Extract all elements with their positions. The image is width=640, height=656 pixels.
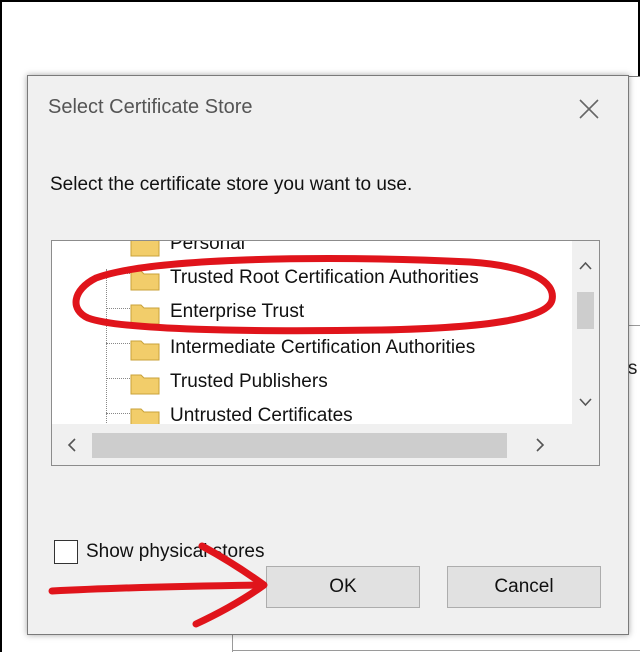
- folder-icon: [130, 374, 160, 395]
- folder-icon: [130, 408, 160, 424]
- chevron-left-icon: [67, 438, 76, 452]
- horizontal-scrollbar[interactable]: [52, 424, 599, 465]
- tree-connector: [106, 413, 130, 414]
- screenshot-frame-top: [0, 0, 640, 2]
- tree-item-label: Enterprise Trust: [170, 301, 305, 322]
- tree-connector: [106, 378, 130, 379]
- scroll-up-button[interactable]: [572, 253, 599, 279]
- chevron-down-icon: [579, 398, 592, 407]
- folder-icon: [130, 304, 160, 325]
- vertical-scrollbar[interactable]: [572, 241, 599, 426]
- certificate-store-tree[interactable]: Personal Trusted Root Certification Auth…: [51, 240, 600, 466]
- dialog-prompt: Select the certificate store you want to…: [50, 174, 413, 195]
- show-physical-stores-checkbox[interactable]: [54, 540, 78, 564]
- tree-items: Personal Trusted Root Certification Auth…: [52, 241, 572, 424]
- tree-item-label: Personal: [170, 241, 245, 254]
- screenshot-frame-left: [0, 0, 2, 652]
- tree-connector: [106, 308, 130, 309]
- tree-connector: [106, 343, 130, 344]
- tree-connector: [106, 269, 107, 424]
- horizontal-scroll-thumb[interactable]: [92, 433, 507, 458]
- cancel-button[interactable]: Cancel: [447, 566, 601, 608]
- folder-icon: [130, 340, 160, 361]
- ok-button[interactable]: OK: [266, 566, 420, 608]
- show-physical-stores-label: Show physical stores: [86, 541, 265, 562]
- close-button[interactable]: [568, 92, 610, 128]
- tree-item-label: Untrusted Certificates: [170, 405, 353, 424]
- folder-icon: [130, 241, 160, 257]
- dialog-title: Select Certificate Store: [48, 96, 253, 118]
- chevron-up-icon: [579, 261, 592, 270]
- select-certificate-store-dialog: Select Certificate Store Select the cert…: [27, 75, 629, 635]
- tree-item-label: Trusted Root Certification Authorities: [170, 267, 479, 288]
- vertical-scroll-thumb[interactable]: [577, 292, 594, 329]
- scroll-right-button[interactable]: [526, 432, 554, 458]
- tree-item-label: Trusted Publishers: [170, 371, 328, 392]
- background-panel-bottom: [232, 650, 640, 651]
- chevron-right-icon: [536, 438, 545, 452]
- close-icon: [579, 99, 599, 119]
- folder-icon: [130, 270, 160, 291]
- tree-item-label: Intermediate Certification Authorities: [170, 337, 476, 358]
- tree-connector: [106, 273, 130, 274]
- scroll-left-button[interactable]: [58, 432, 86, 458]
- scrollbar-corner: [572, 424, 599, 465]
- scroll-down-button[interactable]: [572, 389, 599, 415]
